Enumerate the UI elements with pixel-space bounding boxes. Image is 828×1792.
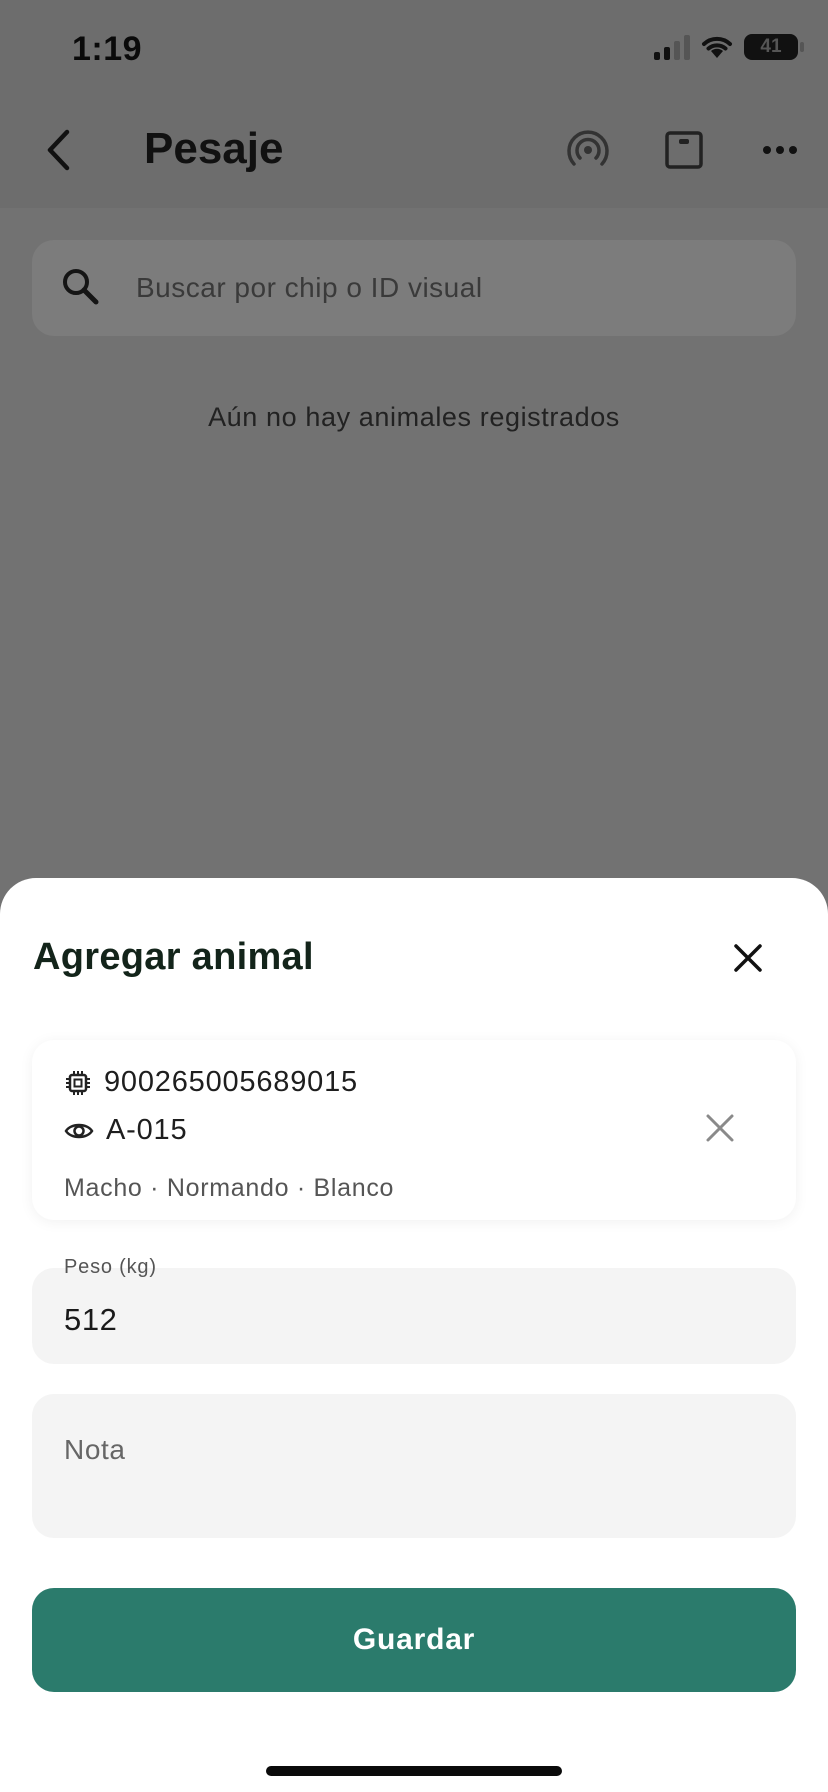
- close-sheet-button[interactable]: [724, 934, 772, 982]
- rfid-scan-icon: [567, 130, 609, 166]
- page-title: Pesaje: [144, 124, 284, 173]
- weight-input[interactable]: [64, 1296, 744, 1344]
- more-horizontal-icon: [763, 146, 797, 154]
- selected-animal-card: 900265005689015 A-015 Macho · Normando ·…: [32, 1040, 796, 1220]
- rfid-scan-button[interactable]: [560, 122, 616, 178]
- search-icon: [63, 269, 99, 305]
- wifi-icon: [702, 36, 732, 58]
- weight-label: Peso (kg): [64, 1256, 157, 1278]
- weight-field[interactable]: [32, 1268, 796, 1364]
- remove-animal-button[interactable]: [696, 1104, 744, 1152]
- status-time: 1:19: [72, 30, 143, 68]
- chip-icon: [66, 1070, 90, 1095]
- scale-icon: [665, 131, 703, 169]
- add-animal-sheet: Agregar animal 900265005689015 A-015 Mac…: [0, 878, 828, 1792]
- close-icon: [734, 944, 762, 972]
- search-input[interactable]: [136, 264, 756, 312]
- note-field[interactable]: [32, 1394, 796, 1538]
- note-input[interactable]: [64, 1434, 764, 1514]
- search-bar[interactable]: [32, 240, 796, 336]
- save-button[interactable]: Guardar: [32, 1588, 796, 1692]
- status-bar: 1:19 41: [0, 0, 828, 100]
- cellular-signal-icon: [654, 34, 690, 60]
- scale-button[interactable]: [656, 122, 712, 178]
- sheet-title: Agregar animal: [33, 936, 314, 978]
- status-icons: 41: [654, 34, 804, 60]
- animal-details: Macho · Normando · Blanco: [64, 1174, 395, 1202]
- battery-level: 41: [760, 36, 782, 57]
- visual-id-value: A-015: [106, 1114, 188, 1146]
- visual-id-row: A-015: [64, 1114, 187, 1147]
- chip-id-value: 900265005689015: [104, 1066, 358, 1098]
- chevron-left-icon: [47, 129, 70, 171]
- close-icon: [706, 1114, 734, 1142]
- home-indicator: [266, 1766, 562, 1776]
- battery-icon: 41: [744, 34, 804, 60]
- more-options-button[interactable]: [752, 122, 808, 178]
- empty-list-message: Aún no hay animales registrados: [208, 402, 620, 432]
- back-button[interactable]: [38, 122, 78, 178]
- eye-icon: [64, 1123, 94, 1138]
- chip-id-row: 900265005689015: [64, 1066, 358, 1099]
